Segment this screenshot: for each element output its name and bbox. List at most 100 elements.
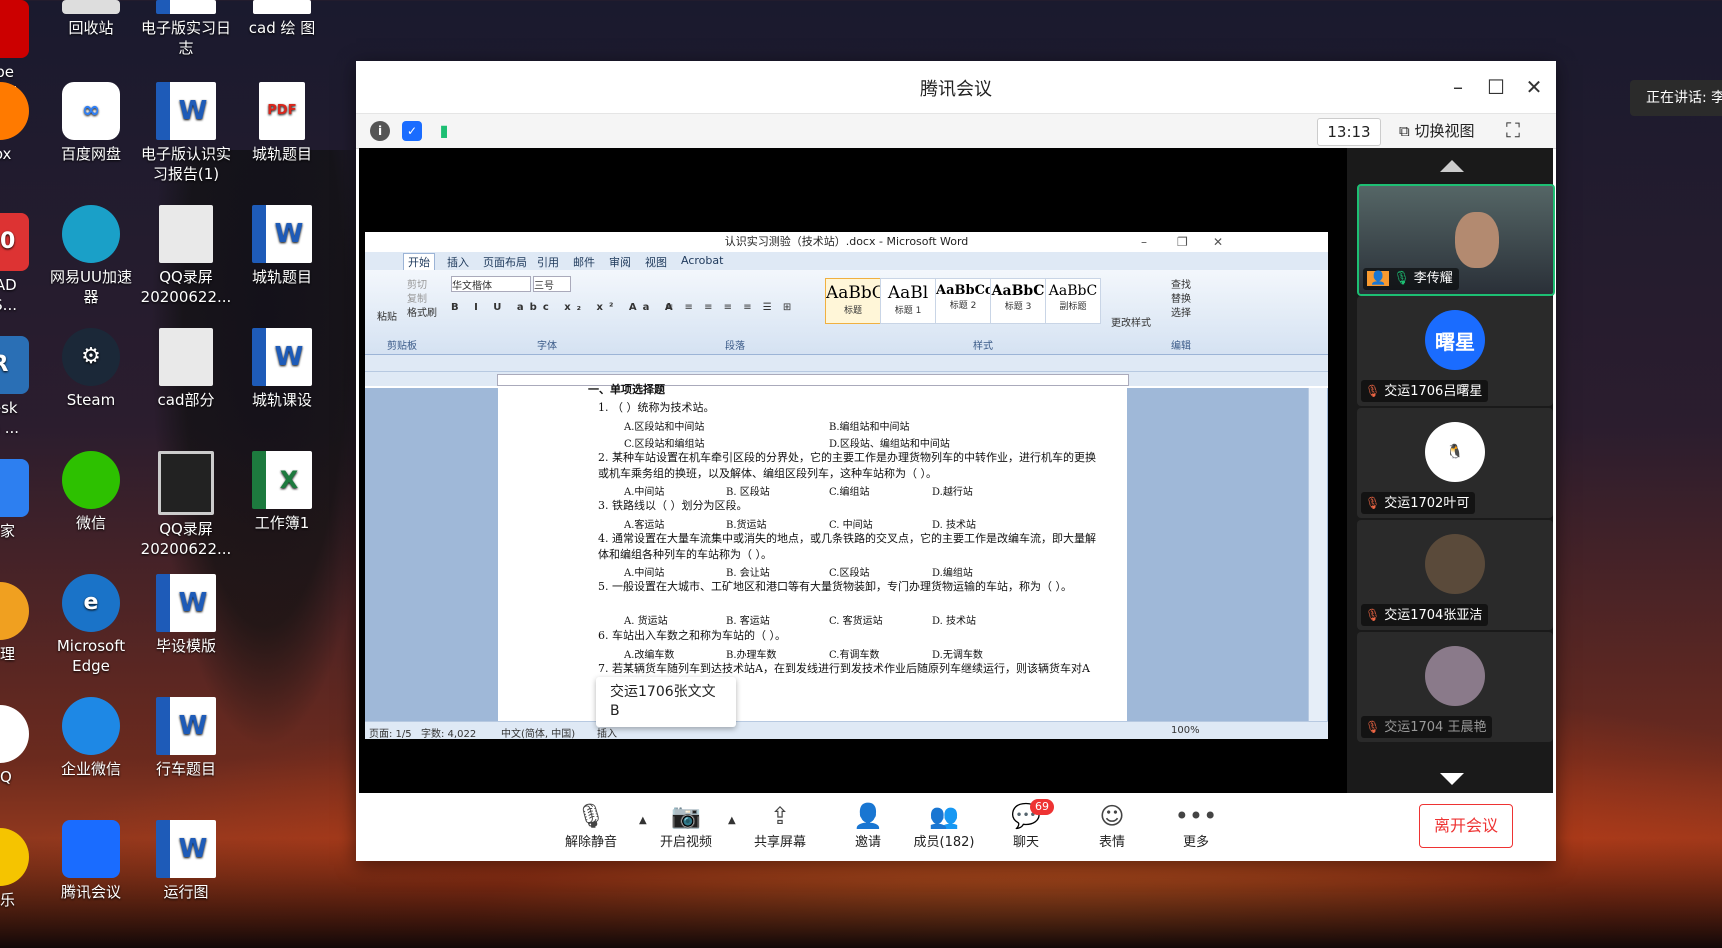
desktop-icon-manage[interactable]: 管理	[0, 582, 48, 664]
add-user-icon: 👤	[853, 802, 883, 830]
reaction-button[interactable]: ☺ 表情	[1072, 801, 1152, 850]
question-3: 3. 铁路线以（ ）划分为区段。	[598, 499, 748, 512]
participant-name: 🎙 交运1702叶可	[1361, 492, 1476, 514]
option: D.越行站	[932, 487, 973, 498]
video-options-chevron-icon[interactable]: ▲	[728, 815, 736, 826]
uu-accelerator-icon	[62, 205, 120, 263]
desktop-icon-baidu[interactable]: ∞ 百度网盘	[43, 82, 139, 164]
desktop-icon-driving[interactable]: W 行车题目	[138, 697, 234, 779]
word-tab: Acrobat	[681, 254, 724, 267]
desktop-icon-manager[interactable]: 管家	[0, 459, 48, 541]
desktop-icon-video-1[interactable]: QQ录屏 20200622...	[138, 205, 234, 307]
word-tab: 引用	[537, 256, 559, 269]
mic-on-icon: 🎙	[1393, 271, 1410, 286]
desktop-icon-uu[interactable]: 网易UU加速 器	[43, 205, 139, 307]
word-doc-icon: W	[156, 82, 216, 140]
avatar	[1425, 646, 1485, 706]
chat-button[interactable]: 💬 69 聊天	[986, 799, 1066, 850]
desktop-icon-doc-1[interactable]: 电子版实习日 志	[138, 0, 234, 58]
question-1: 1. （ ）统称为技术站。	[598, 401, 715, 414]
switch-view-button[interactable]: ⧉ 切换视图	[1399, 118, 1475, 144]
shared-screen: 认识实习测验（技术站）.docx - Microsoft Word – ❐ ✕ …	[365, 232, 1328, 739]
info-icon[interactable]: i	[370, 121, 390, 141]
security-shield-icon[interactable]: ✓	[402, 121, 422, 141]
scroll-up-icon[interactable]	[1440, 160, 1464, 172]
members-icon: 👥	[929, 802, 959, 830]
share-screen-button[interactable]: ⇪ 共享屏幕	[740, 801, 820, 850]
desktop-icon-video-2[interactable]: QQ录屏 20200622...	[138, 451, 234, 559]
edge-icon: e	[62, 574, 120, 632]
desktop-icon-urban-pdf[interactable]: PDF 城轨题目	[234, 82, 330, 164]
participant-tile[interactable]: 🐧 🎙 交运1702叶可	[1357, 408, 1553, 518]
desktop-icon-qq[interactable]: QQ	[0, 705, 48, 787]
steam-icon: ⚙	[62, 328, 120, 386]
maximize-icon[interactable]: ☐	[1482, 73, 1510, 101]
unmute-button[interactable]: 🎙 解除静音	[551, 801, 631, 850]
word-restore-icon: ❐	[1177, 235, 1188, 249]
invite-button[interactable]: 👤 邀请	[828, 801, 908, 850]
style-heading-3: AaBbC 标题 3	[990, 278, 1046, 324]
desktop-icon-music[interactable]: 音乐	[0, 828, 48, 910]
window-title: 腾讯会议	[920, 79, 992, 100]
option: B.编组站和中间站	[829, 422, 910, 433]
option: B.办理车数	[726, 650, 777, 661]
participant-tile[interactable]: 🎙 交运1704张亚洁	[1357, 520, 1553, 630]
style-subtitle: AaBbC 副标题	[1045, 278, 1101, 324]
desktop-icon-wechat[interactable]: 微信	[43, 451, 139, 533]
desktop-icon-workbook[interactable]: X 工作簿1	[234, 451, 330, 533]
participant-tile[interactable]: 曙星 🎙 交运1706吕曙星	[1357, 296, 1553, 406]
qq-penguin-icon	[0, 705, 29, 763]
desktop-icon-wework[interactable]: 企业微信	[43, 697, 139, 779]
video-file-icon	[159, 205, 213, 263]
desktop-icon-timetable[interactable]: W 运行图	[138, 820, 234, 902]
more-button[interactable]: ••• 更多	[1156, 801, 1236, 850]
page-count: 页面: 1/5	[369, 729, 412, 739]
desktop-icon-gad[interactable]: 10GAD - S...	[0, 213, 48, 315]
group-label: 样式	[973, 341, 993, 352]
find-label: 查找	[1171, 280, 1191, 291]
minimize-icon[interactable]: –	[1444, 73, 1472, 101]
option: B. 会让站	[726, 568, 770, 579]
paste-label: 粘贴	[377, 312, 397, 323]
desktop-icon-recycle[interactable]: 回收站	[43, 0, 139, 38]
desktop-icon-autodesk[interactable]: Rdesk gn ...	[0, 336, 48, 438]
fullscreen-icon[interactable]: ⛶	[1506, 118, 1520, 142]
mic-muted-icon: 🎙	[1365, 496, 1381, 510]
desktop-icon-template[interactable]: W 毕设模版	[138, 574, 234, 656]
word-doc-icon: W	[156, 697, 216, 755]
more-dots-icon: •••	[1174, 802, 1218, 830]
desktop-icon-firefox[interactable]: fox	[0, 82, 48, 164]
desktop-icon-steam[interactable]: ⚙ Steam	[43, 328, 139, 410]
flower-icon	[0, 582, 29, 640]
group-label: 段落	[725, 341, 745, 352]
cad-file-icon	[159, 328, 213, 386]
word-document-area: 一、单项选择题 1. （ ）统称为技术站。 A.区段站和中间站 B.编组站和中间…	[365, 383, 1328, 721]
leave-meeting-button[interactable]: 离开会议	[1419, 804, 1513, 848]
font-format-buttons: B I U abc x₂ x² Aa A	[451, 302, 679, 313]
word-doc-icon: W	[252, 328, 312, 386]
start-video-button[interactable]: 📷 开启视频	[646, 801, 726, 850]
option: D. 技术站	[932, 520, 977, 531]
desktop-icon-tencent-meeting[interactable]: 腾讯会议	[43, 820, 139, 902]
option: C.区段站	[829, 568, 870, 579]
desktop-icon-edge[interactable]: e Microsoft Edge	[43, 574, 139, 676]
desktop-icon-urban-doc[interactable]: W 城轨题目	[234, 205, 330, 287]
desktop-icon-cad-part[interactable]: cad部分	[138, 328, 234, 410]
signal-icon[interactable]: ▮	[434, 121, 454, 141]
members-button[interactable]: 👥 成员(182)	[904, 801, 984, 850]
tencent-meeting-icon	[62, 820, 120, 878]
recycle-bin-icon	[62, 0, 120, 14]
desktop-icon-urban-design[interactable]: W 城轨课设	[234, 328, 330, 410]
desktop-icon-cad-drawing[interactable]: cad 绘 图	[234, 0, 330, 38]
mic-muted-icon: 🎙	[1365, 608, 1381, 622]
participant-tile[interactable]: 🎙 交运1704 王晨艳	[1357, 632, 1553, 742]
desktop-icon-doc-2[interactable]: W 电子版认识实 习报告(1)	[138, 82, 234, 184]
cut-label: 剪切	[407, 280, 427, 291]
participant-tile-active[interactable]: 👤 🎙 李传耀	[1357, 184, 1555, 296]
close-icon[interactable]: ✕	[1520, 73, 1548, 101]
participant-name: 🎙 交运1706吕曙星	[1361, 380, 1489, 402]
change-styles-label: 更改样式	[1111, 318, 1151, 329]
smiley-icon: ☺	[1099, 802, 1125, 830]
option: A.区段站和中间站	[624, 422, 705, 433]
scroll-down-icon[interactable]	[1440, 773, 1464, 785]
